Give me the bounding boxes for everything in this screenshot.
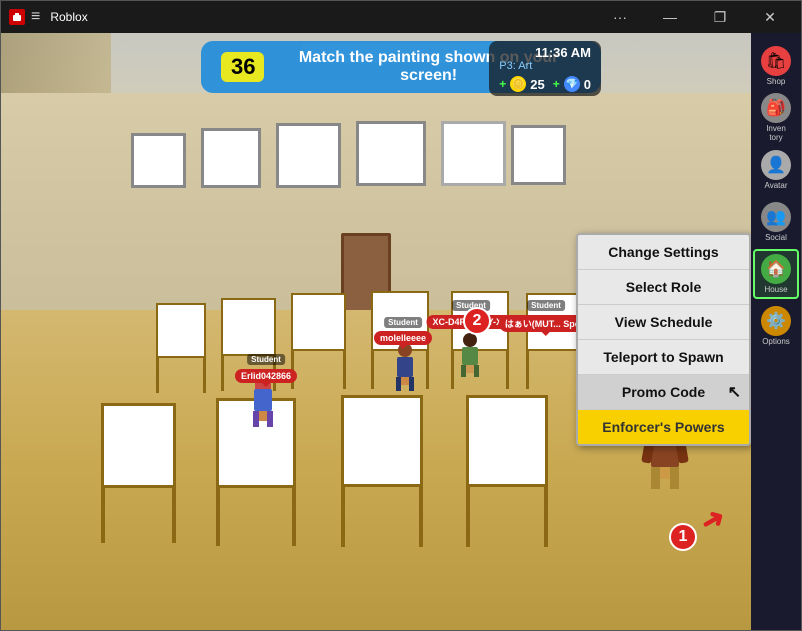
- options-button[interactable]: ⚙️ Options: [753, 301, 799, 351]
- gold-coin-plus: +: [499, 77, 506, 91]
- wall-painting-4: [356, 121, 426, 186]
- wall-painting-2: [201, 128, 261, 188]
- game-background: Student Erlid042866 Student molelleeee S…: [1, 33, 801, 630]
- maximize-button[interactable]: ❐: [697, 1, 743, 33]
- player1-name-label: Erlid042866: [235, 369, 297, 383]
- social-icon: 👥: [761, 202, 791, 232]
- wall-painting-5: [441, 121, 506, 186]
- easel-front-1: [101, 403, 176, 543]
- player2-name-label: molelleeee: [374, 331, 432, 345]
- wall-painting-1: [131, 133, 186, 188]
- hud-coins: + 🪙 25 + 💎 0: [499, 76, 591, 92]
- player4-role-label: Student: [527, 301, 565, 310]
- window-title: Roblox: [50, 10, 597, 24]
- house-label: House: [764, 286, 787, 295]
- shop-label: Shop: [767, 78, 786, 87]
- player1-role-label: Student: [247, 355, 285, 364]
- avatar-button[interactable]: 👤 Avatar: [753, 145, 799, 195]
- player-character-3: [461, 333, 479, 373]
- social-button[interactable]: 👥 Social: [753, 197, 799, 247]
- badge-1-label: 1: [679, 528, 688, 546]
- avatar-icon: 👤: [761, 150, 791, 180]
- house-icon: 🏠: [761, 254, 791, 284]
- options-label: Options: [762, 338, 790, 347]
- blue-coin-plus: +: [553, 77, 560, 91]
- inventory-button[interactable]: 🎒 Inventory: [753, 93, 799, 143]
- promo-code-label: Promo Code: [622, 384, 705, 400]
- hud-period: P3: Art: [499, 60, 591, 72]
- roblox-icon: [9, 9, 25, 25]
- change-settings-button[interactable]: Change Settings: [578, 235, 749, 270]
- minimize-button[interactable]: —: [647, 1, 693, 33]
- view-schedule-button[interactable]: View Schedule: [578, 305, 749, 340]
- easel-back-3: [291, 293, 346, 389]
- house-button[interactable]: 🏠 House: [753, 249, 799, 299]
- blue-coin-icon: 💎: [564, 76, 580, 92]
- inventory-icon: 🎒: [761, 93, 791, 123]
- blue-coin-value: 0: [584, 77, 591, 92]
- close-button[interactable]: ✕: [747, 1, 793, 33]
- hamburger-icon[interactable]: ≡: [31, 8, 40, 26]
- player2-role-label: Student: [384, 318, 422, 327]
- easel-front-4: [466, 395, 548, 547]
- options-icon: ⚙️: [761, 306, 791, 336]
- blue-coin-item: + 💎 0: [553, 76, 591, 92]
- player-character-2: [396, 343, 414, 385]
- easel-front-3: [341, 395, 423, 547]
- promo-code-button[interactable]: Promo Code ↖: [578, 375, 749, 410]
- game-area[interactable]: Student Erlid042866 Student molelleeee S…: [1, 33, 801, 630]
- wall-painting-3: [276, 123, 341, 188]
- titlebar: ≡ Roblox ··· — ❐ ✕: [1, 1, 801, 33]
- shop-icon: 🛍: [761, 46, 791, 76]
- gold-coin-item: + 🪙 25: [499, 76, 544, 92]
- hud-stats: 11:36 AM P3: Art + 🪙 25 + 💎 0: [489, 41, 601, 96]
- wall-painting-6: [511, 125, 566, 185]
- shop-button[interactable]: 🛍 Shop: [753, 41, 799, 91]
- gold-coin-value: 25: [530, 77, 544, 92]
- inventory-label: Inventory: [766, 125, 786, 143]
- hud-timer: 36: [221, 52, 264, 82]
- gold-coin-icon: 🪙: [510, 76, 526, 92]
- sidebar-right: 🛍 Shop 🎒 Inventory 👤 Avatar 👥 Social 🏠: [751, 33, 801, 630]
- teleport-to-spawn-button[interactable]: Teleport to Spawn: [578, 340, 749, 375]
- social-label: Social: [765, 234, 787, 243]
- select-role-button[interactable]: Select Role: [578, 270, 749, 305]
- avatar-label: Avatar: [765, 182, 788, 191]
- badge-2-label: 2: [473, 312, 482, 330]
- annotation-badge-1: 1: [669, 523, 697, 551]
- window: ≡ Roblox ··· — ❐ ✕: [0, 0, 802, 631]
- more-button[interactable]: ···: [597, 1, 643, 33]
- dropdown-menu: Change Settings Select Role View Schedul…: [576, 233, 751, 446]
- easel-back-1: [156, 303, 206, 393]
- titlebar-controls: ··· — ❐ ✕: [597, 1, 793, 33]
- enforcers-powers-button[interactable]: Enforcer's Powers: [578, 410, 749, 444]
- annotation-badge-2: 2: [463, 307, 491, 335]
- hud-time: 11:36 AM: [499, 45, 591, 60]
- cursor-icon: ↖: [728, 382, 741, 402]
